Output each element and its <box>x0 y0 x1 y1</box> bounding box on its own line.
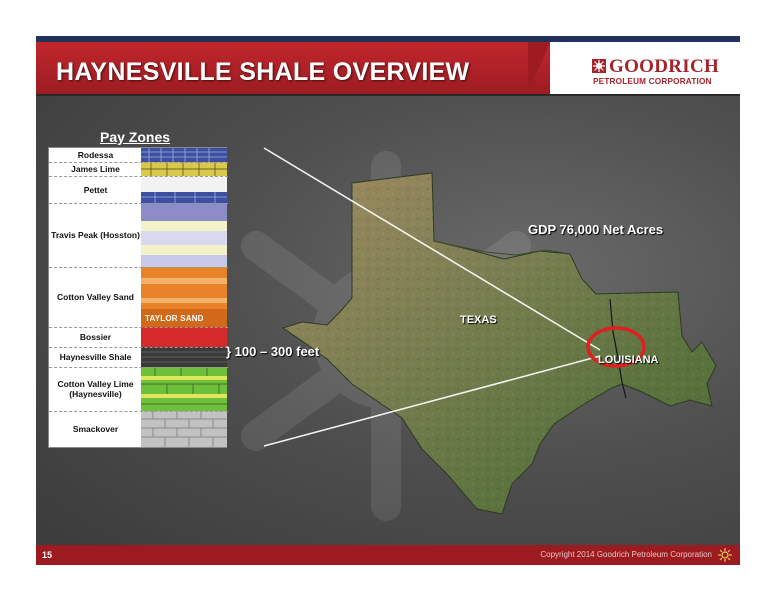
zone-label: Cotton Valley Lime (Haynesville) <box>57 379 134 399</box>
logo-subtitle: PETROLEUM CORPORATION <box>593 77 712 86</box>
header-bar: HAYNESVILLE SHALE OVERVIEW GOODRICH PETR… <box>36 42 740 94</box>
zone-label: Rodessa <box>77 150 114 160</box>
footer-bar: 15 Copyright 2014 Goodrich Petroleum Cor… <box>36 545 740 565</box>
slide: HAYNESVILLE SHALE OVERVIEW GOODRICH PETR… <box>36 36 740 565</box>
column-graphic <box>141 148 227 447</box>
zone-label: Cotton Valley Sand <box>57 292 134 302</box>
goodrich-logo: GOODRICH PETROLEUM CORPORATION <box>592 56 732 93</box>
zone-label: James Lime <box>71 164 120 174</box>
slide-title: HAYNESVILLE SHALE OVERVIEW <box>56 58 470 86</box>
louisiana-label: LOUISIANA <box>598 354 659 366</box>
zone-label: Bossier <box>79 332 112 342</box>
zone-label: Haynesville Shale <box>59 352 132 362</box>
zone-label: Travis Peak (Hosston) <box>51 230 140 240</box>
goodrich-logo-icon <box>592 59 606 73</box>
zone-label: Smackover <box>72 424 119 434</box>
sun-icon <box>718 548 732 562</box>
texas-label: TEXAS <box>460 314 497 326</box>
pay-zones-title: Pay Zones <box>100 129 171 145</box>
copyright-text: Copyright 2014 Goodrich Petroleum Corpor… <box>540 550 712 559</box>
stratigraphic-column: Rodessa James Lime Pettet Travis Peak (H… <box>48 147 228 448</box>
zone-label: Pettet <box>83 184 108 195</box>
acreage-label: GDP 76,000 Net Acres <box>528 222 664 237</box>
logo-name: GOODRICH <box>609 56 720 77</box>
header-tail <box>528 42 550 94</box>
thickness-label: } 100 – 300 feet <box>226 344 320 359</box>
taylor-sand-label: TAYLOR SAND <box>145 314 204 323</box>
page-number: 15 <box>42 550 53 560</box>
